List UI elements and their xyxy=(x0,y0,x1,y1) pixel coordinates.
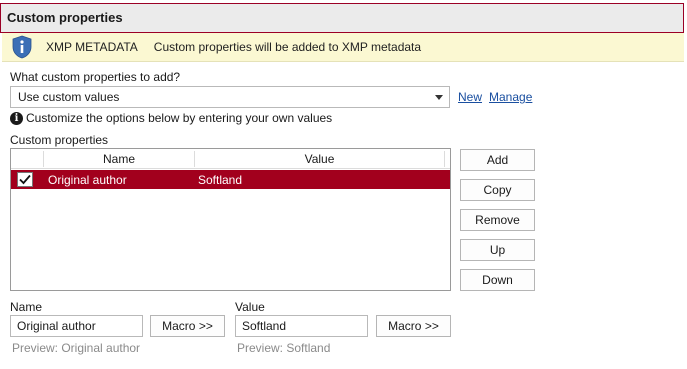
dropdown-arrow-icon xyxy=(435,95,443,100)
macro-name-button[interactable]: Macro >> xyxy=(150,315,225,337)
column-separator xyxy=(444,151,445,167)
add-button[interactable]: Add xyxy=(460,149,535,171)
table-row[interactable]: Original author Softland xyxy=(11,170,450,189)
row-value-cell: Softland xyxy=(198,173,243,187)
row-checkbox[interactable] xyxy=(17,172,33,187)
shield-info-icon xyxy=(12,35,32,59)
properties-mode-select[interactable]: Use custom values xyxy=(10,86,450,108)
manage-link[interactable]: Manage xyxy=(489,90,532,104)
info-hint-text: Customize the options below by entering … xyxy=(26,111,333,125)
column-header-value[interactable]: Value xyxy=(195,149,444,169)
checkmark-icon xyxy=(19,174,31,185)
banner-title: XMP METADATA xyxy=(46,40,138,54)
copy-button[interactable]: Copy xyxy=(460,179,535,201)
name-label: Name xyxy=(10,300,43,314)
macro-value-button[interactable]: Macro >> xyxy=(376,315,451,337)
down-button[interactable]: Down xyxy=(460,269,535,291)
value-label: Value xyxy=(235,300,265,314)
banner-message: Custom properties will be added to XMP m… xyxy=(153,40,422,54)
name-preview: Preview: Original author xyxy=(12,341,141,355)
section-title: Custom properties xyxy=(7,10,123,25)
new-link[interactable]: New xyxy=(458,90,482,104)
custom-properties-grid[interactable]: Name Value Original author Softland xyxy=(10,148,451,291)
column-header-name[interactable]: Name xyxy=(44,149,194,169)
up-button[interactable]: Up xyxy=(460,239,535,261)
info-hint: i Customize the options below by enterin… xyxy=(10,111,332,125)
value-input[interactable]: Softland xyxy=(235,315,368,337)
section-header: Custom properties xyxy=(0,3,684,33)
properties-mode-value: Use custom values xyxy=(18,90,120,104)
grid-header: Name Value xyxy=(11,149,450,169)
properties-question-label: What custom properties to add? xyxy=(10,70,181,84)
info-icon: i xyxy=(10,111,23,125)
remove-button[interactable]: Remove xyxy=(460,209,535,231)
value-preview: Preview: Softland xyxy=(237,341,331,355)
row-name-cell: Original author xyxy=(48,173,127,187)
custom-properties-label: Custom properties xyxy=(10,133,109,147)
info-banner: XMP METADATA Custom properties will be a… xyxy=(2,33,684,62)
name-input[interactable]: Original author xyxy=(10,315,143,337)
